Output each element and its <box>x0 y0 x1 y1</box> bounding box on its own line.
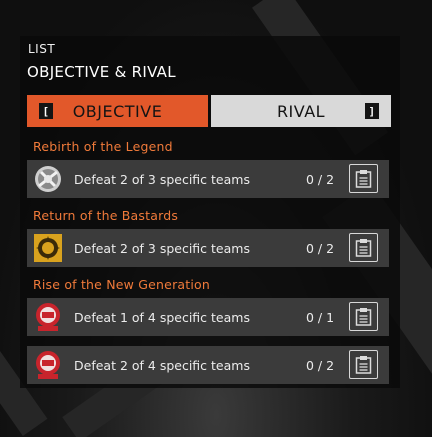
list-item[interactable]: Defeat 2 of 4 specific teams 0 / 2 <box>27 346 389 384</box>
group-title: Rise of the New Generation <box>33 277 211 292</box>
objective-progress: 0 / 2 <box>306 172 335 187</box>
new-generation-emblem-icon <box>36 351 60 379</box>
objective-description: Defeat 2 of 3 specific teams <box>74 241 250 256</box>
clipboard-icon <box>355 356 372 374</box>
tab-bar: [ OBJECTIVE RIVAL ] <box>27 95 391 127</box>
objective-description: Defeat 1 of 4 specific teams <box>74 310 250 325</box>
clipboard-icon <box>355 170 372 188</box>
list-item[interactable]: Defeat 2 of 3 specific teams 0 / 2 <box>27 229 389 267</box>
objective-description: Defeat 2 of 3 specific teams <box>74 172 250 187</box>
details-button[interactable] <box>349 302 378 331</box>
tab-objective-label: OBJECTIVE <box>72 101 163 121</box>
left-bracket-key-icon: [ <box>39 103 53 119</box>
clipboard-icon <box>355 308 372 326</box>
group-title: Rebirth of the Legend <box>33 139 173 154</box>
clipboard-icon <box>355 239 372 257</box>
list-item[interactable]: Defeat 2 of 3 specific teams 0 / 2 <box>27 160 389 198</box>
details-button[interactable] <box>349 350 378 379</box>
new-generation-emblem-icon <box>36 303 60 331</box>
details-button[interactable] <box>349 233 378 262</box>
rebirth-emblem-icon <box>35 166 61 192</box>
objective-description: Defeat 2 of 4 specific teams <box>74 358 250 373</box>
tab-objective[interactable]: [ OBJECTIVE <box>27 95 208 127</box>
list-item[interactable]: Defeat 1 of 4 specific teams 0 / 1 <box>27 298 389 336</box>
page-title: OBJECTIVE & RIVAL <box>27 63 176 81</box>
details-button[interactable] <box>349 164 378 193</box>
header-label: LIST <box>28 42 56 56</box>
objective-progress: 0 / 2 <box>306 358 335 373</box>
right-bracket-key-icon: ] <box>365 103 379 119</box>
objective-progress: 0 / 1 <box>306 310 335 325</box>
objective-progress: 0 / 2 <box>306 241 335 256</box>
bastards-emblem-icon <box>34 234 62 262</box>
tab-rival-label: RIVAL <box>276 101 326 121</box>
group-title: Return of the Bastards <box>33 208 179 223</box>
tab-rival[interactable]: RIVAL ] <box>211 95 391 127</box>
